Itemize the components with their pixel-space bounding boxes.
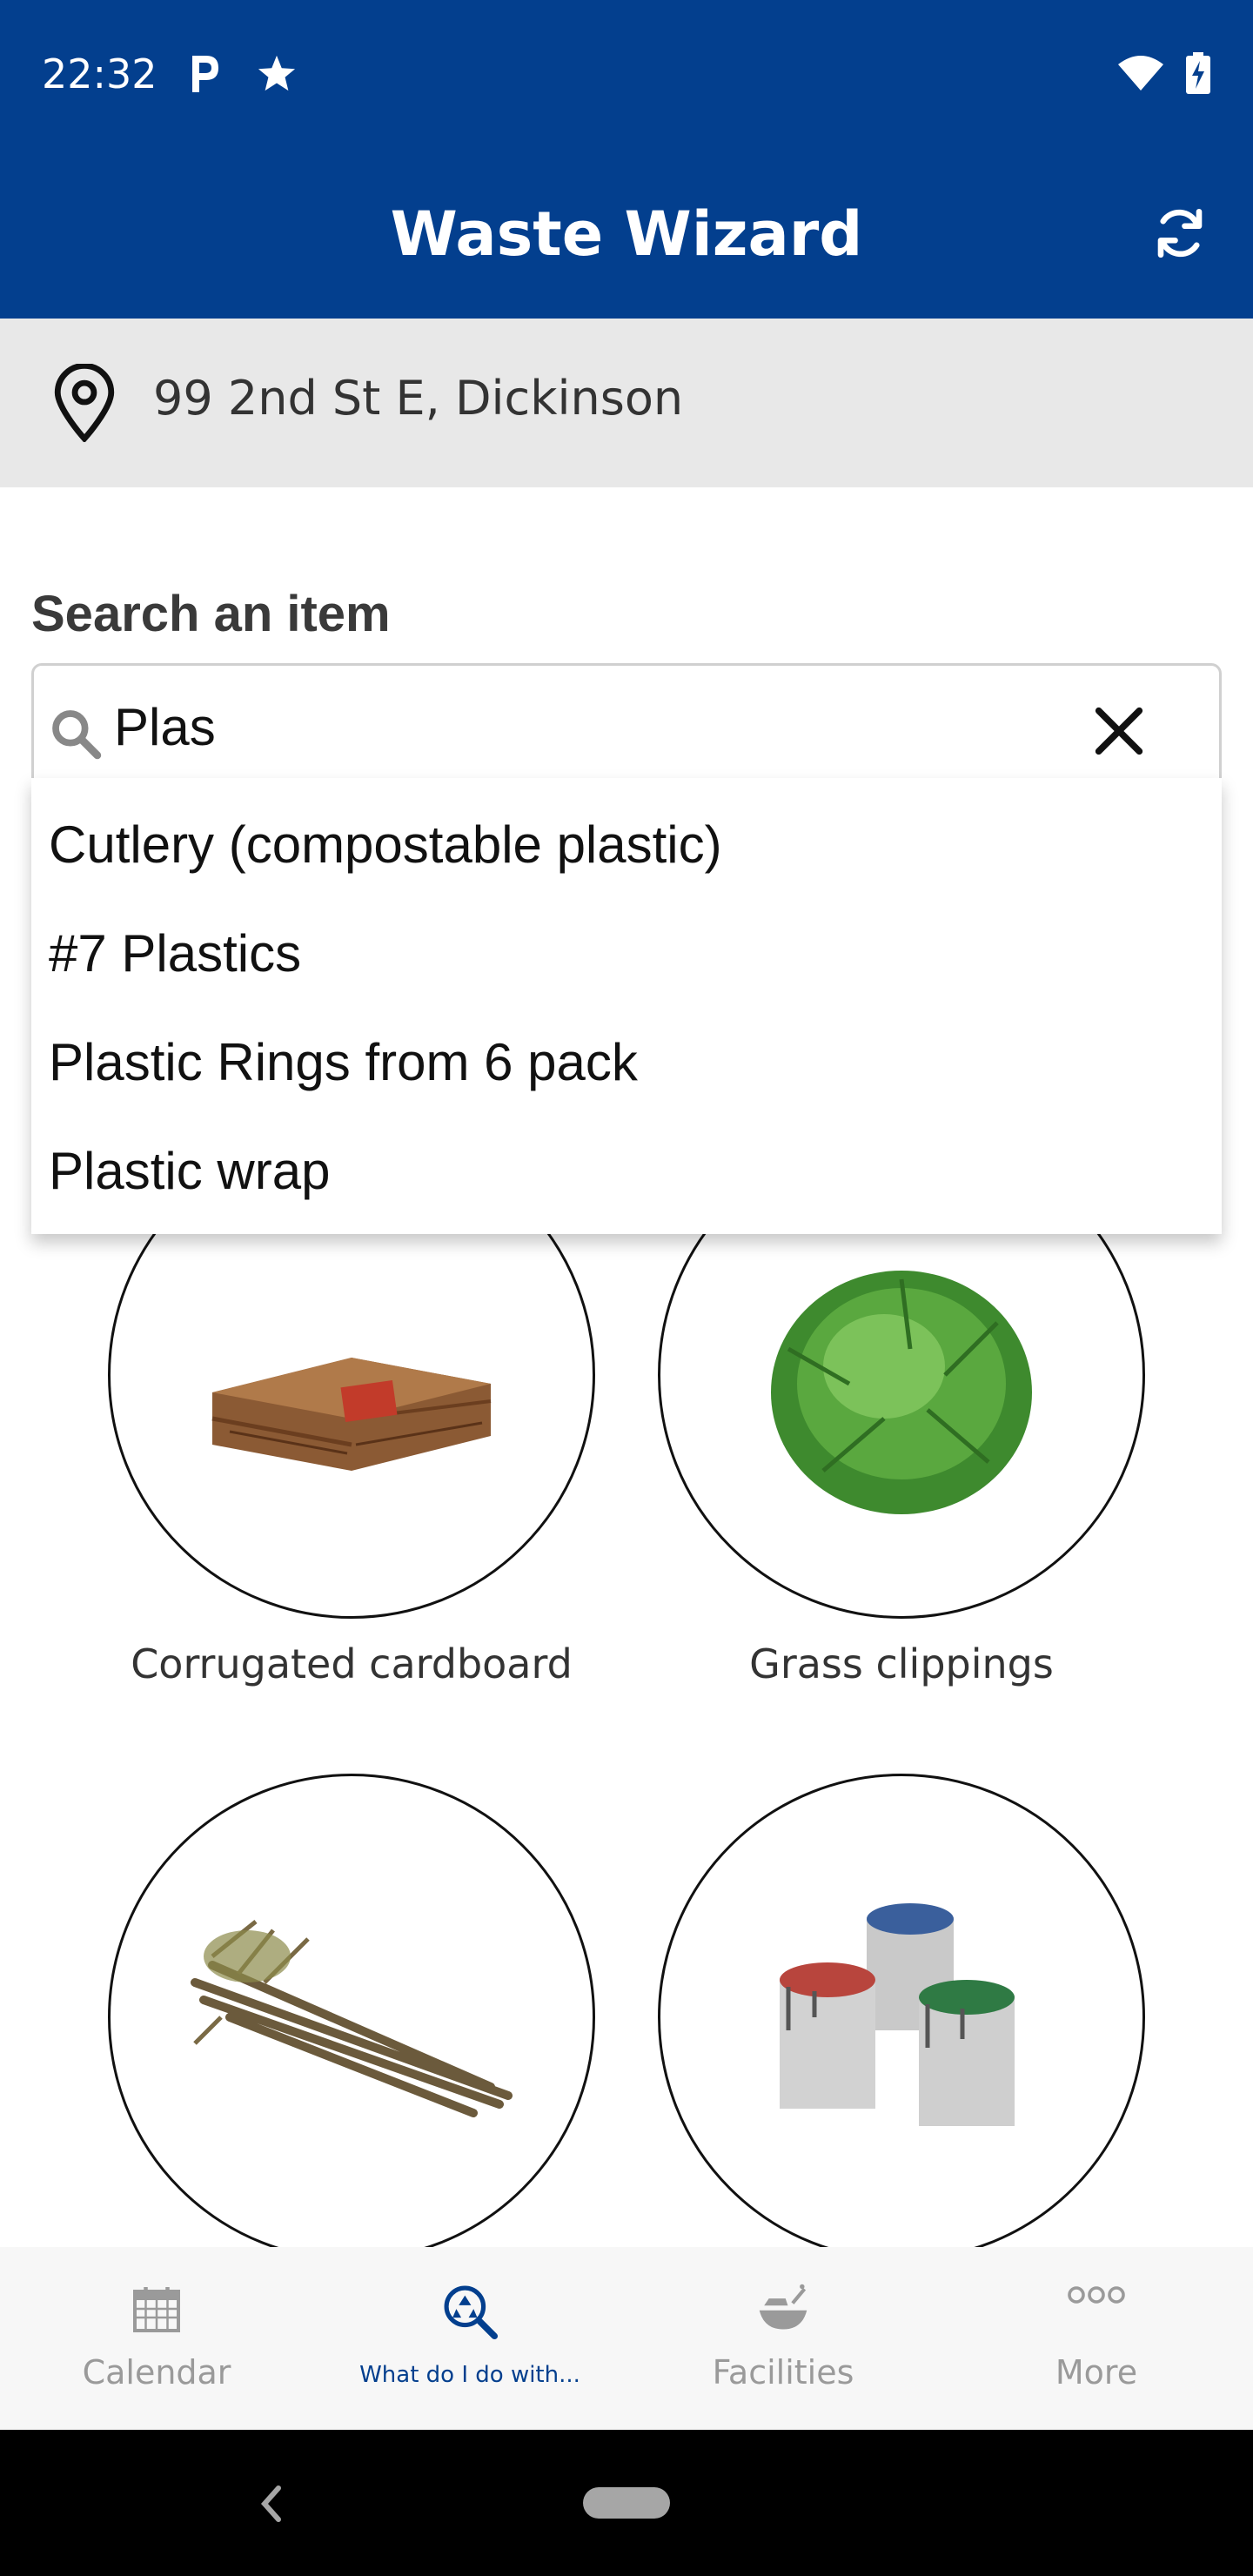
parking-icon: [187, 52, 222, 98]
address-text: 99 2nd St E, Dickinson: [153, 371, 684, 426]
status-bar: 22:32: [0, 0, 1253, 148]
system-navigation-bar: [0, 2430, 1253, 2576]
nav-calendar[interactable]: Calendar: [0, 2247, 313, 2430]
status-notification-icons: [187, 52, 297, 98]
suggestion-item[interactable]: #7 Plastics: [31, 899, 1222, 1008]
status-time: 22:32: [42, 50, 157, 97]
bottom-navigation: Calendar What do I do with... Facilities…: [0, 2247, 1253, 2430]
item-label: Corrugated cardboard: [131, 1640, 573, 1687]
location-pin-icon: [49, 362, 120, 446]
nav-label: What do I do with...: [359, 2362, 580, 2388]
back-icon[interactable]: [252, 2482, 291, 2530]
nav-more[interactable]: More: [940, 2247, 1253, 2430]
item-label: Grass clippings: [749, 1640, 1054, 1687]
app-bar: Waste Wizard: [0, 148, 1253, 319]
nav-label: More: [1055, 2353, 1138, 2392]
refresh-button[interactable]: [1145, 200, 1215, 270]
close-icon: [1089, 707, 1149, 765]
star-icon: [257, 54, 297, 97]
nav-facilities[interactable]: Facilities: [626, 2247, 940, 2430]
search-icon: [48, 706, 102, 764]
suggestion-item[interactable]: Plastic Rings from 6 pack: [31, 1008, 1222, 1117]
calendar-icon: [131, 2282, 183, 2340]
nav-what-do-i-do-with[interactable]: What do I do with...: [313, 2247, 626, 2430]
suggestion-item[interactable]: Cutlery (compostable plastic): [31, 790, 1222, 899]
facilities-icon: [754, 2282, 812, 2338]
suggestions-dropdown: Cutlery (compostable plastic) #7 Plastic…: [31, 778, 1222, 1234]
paint-cans-image: [658, 1774, 1145, 2261]
battery-charging-icon: [1185, 52, 1211, 98]
branches-image: [108, 1774, 595, 2261]
suggestion-item[interactable]: Plastic wrap: [31, 1117, 1222, 1225]
more-icon: [1068, 2282, 1125, 2312]
search-box[interactable]: [31, 663, 1222, 794]
app-title: Waste Wizard: [390, 198, 863, 270]
wifi-icon: [1117, 54, 1164, 97]
item-paint-cans[interactable]: [658, 1774, 1145, 2282]
recycle-search-icon: [440, 2282, 499, 2345]
clear-search-button[interactable]: [1089, 701, 1149, 761]
home-pill[interactable]: [583, 2487, 670, 2519]
item-branches[interactable]: [108, 1774, 595, 2282]
search-input[interactable]: [114, 692, 1071, 761]
search-label: Search an item: [31, 586, 391, 642]
refresh-icon: [1151, 205, 1209, 266]
status-system-icons: [1117, 52, 1211, 98]
nav-label: Facilities: [712, 2353, 854, 2392]
nav-label: Calendar: [82, 2353, 231, 2392]
address-bar[interactable]: 99 2nd St E, Dickinson: [0, 319, 1253, 487]
